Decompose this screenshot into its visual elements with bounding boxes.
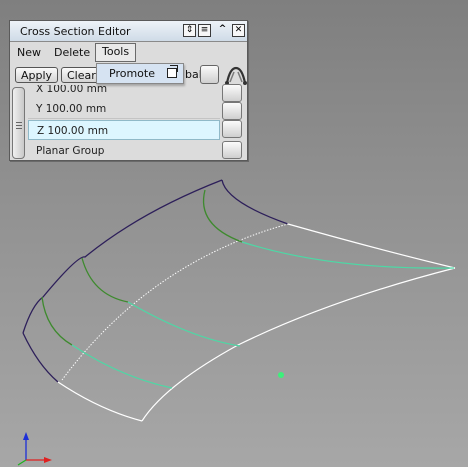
section-curve-green-1[interactable] [41,296,73,346]
window-title: Cross Section Editor [20,25,131,38]
menu-icon[interactable]: ≡ [198,24,211,37]
resize-icon[interactable]: ⇕ [183,24,196,37]
list-item-x[interactable]: X 100.00 mm [28,85,220,99]
scrollbar-grip-icon [16,122,22,123]
axis-triad [17,432,52,466]
section-curve-teal-1[interactable] [71,344,173,389]
collapse-icon[interactable]: ^ [216,24,229,37]
menu-delete[interactable]: Delete [54,45,90,61]
section-curve-green-2[interactable] [81,257,129,303]
row-button-y[interactable] [222,102,242,120]
surface-edge-right-white[interactable] [287,223,456,269]
menu-new[interactable]: New [17,45,41,61]
row-button-planar-group[interactable] [222,141,242,159]
curve-tool-icon[interactable] [224,64,248,86]
surface-edge-front-white[interactable] [141,267,456,422]
section-curve-green-3[interactable] [203,189,243,243]
list-item-planar-group[interactable]: Planar Group [28,141,220,160]
menu-item-promote[interactable]: Promote [97,64,183,83]
surface-edge-bottom-white[interactable] [57,381,143,422]
section-curve-teal-3[interactable] [241,241,455,269]
title-bar[interactable]: Cross Section Editor ⇕ ≡ ^ ✕ [10,21,247,42]
surface-edge-left-dark[interactable] [22,332,59,383]
surface-edge-top-dark[interactable] [22,179,223,334]
option-toggle-button[interactable] [200,65,219,84]
list-scrollbar[interactable] [12,87,25,159]
scrollbar-grip-line [16,128,22,129]
close-icon[interactable]: ✕ [232,24,245,37]
menu-bar: New Delete Tools [10,42,247,62]
surface-edge-corner-dark[interactable] [221,179,289,225]
row-button-x[interactable] [222,84,242,102]
section-curve-teal-2[interactable] [127,301,241,347]
list-item-z[interactable]: Z 100.00 mm [28,120,220,140]
list-item-y[interactable]: Y 100.00 mm [28,99,220,119]
window-icon [167,65,178,78]
pivot-point[interactable] [278,372,284,378]
surface-midline-white[interactable] [61,223,289,381]
promote-label: Promote [109,67,155,80]
apply-button[interactable]: Apply [15,67,59,83]
section-list: X 100.00 mm Y 100.00 mm Z 100.00 mm Plan… [28,85,220,160]
cross-section-editor-window[interactable]: Cross Section Editor ⇕ ≡ ^ ✕ New Delete … [9,20,248,161]
scrollbar-grip-line [16,125,22,126]
menu-tools[interactable]: Tools [95,43,137,62]
tools-dropdown-menu: Promote [96,63,184,84]
row-button-z[interactable] [222,120,242,138]
